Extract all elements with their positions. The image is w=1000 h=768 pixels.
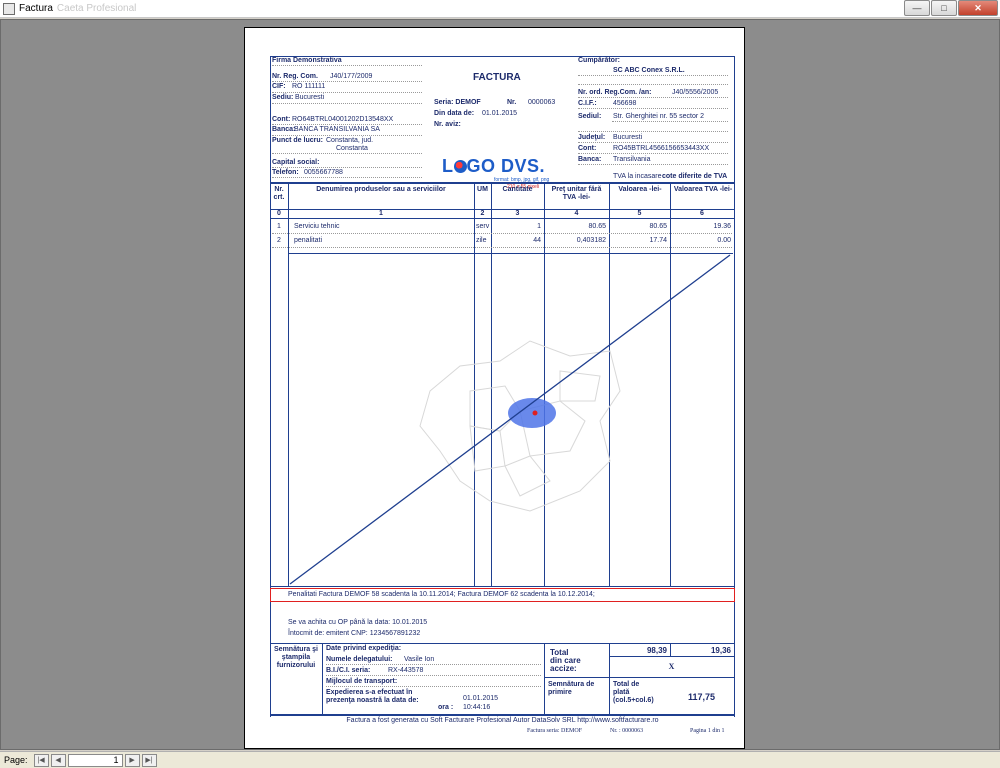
first-page-button[interactable]: |◀ — [33, 753, 49, 767]
total-tva: 19,36 — [710, 646, 731, 655]
expedition-title: Date privind expediţia: — [326, 645, 402, 652]
page-label: Page: — [4, 755, 28, 765]
delegate-name: Vasile Ion — [404, 656, 435, 663]
expedition-label-2: prezenţa noastră la data de: — [326, 697, 419, 704]
plata-value: 117,75 — [687, 692, 715, 702]
last-page-button[interactable]: ▶| — [141, 753, 157, 767]
next-page-button[interactable]: ▶ — [124, 753, 140, 767]
preview-area[interactable]: Firma Demonstrativa Nr. Reg. Com. J40/17… — [0, 19, 1000, 750]
app-icon — [3, 2, 15, 15]
prev-page-button[interactable]: ◀ — [50, 753, 66, 767]
generated-note: Factura a fost generata cu Soft Facturar… — [346, 717, 659, 724]
transport-label: Mijlocul de transport: — [326, 678, 398, 685]
signature-label-1: Semnătura de — [548, 681, 595, 688]
plata-label-2: plată — [613, 689, 630, 696]
maximize-button[interactable]: □ — [931, 0, 957, 16]
invoice-page: Firma Demonstrativa Nr. Reg. Com. J40/17… — [244, 27, 745, 749]
expedition-date: 01.01.2015 — [463, 695, 499, 702]
strike-line — [289, 254, 731, 585]
window-title: Factura Caeta Profesional — [19, 3, 137, 14]
page-navigation-bar: Page: |◀ ◀ 1 ▶ ▶| — [0, 751, 1000, 768]
accize-x-mark: X — [668, 662, 675, 671]
ora-label: ora : — [438, 704, 454, 711]
page-number-input[interactable]: 1 — [67, 753, 123, 767]
id-card-label: B.I./C.I. seria: — [326, 667, 371, 674]
footer-pagina: Pagina 1 din 1 — [690, 728, 725, 734]
footer-seria: Factura seria: DEMOF — [527, 728, 582, 734]
plata-label-1: Total de — [613, 681, 640, 688]
footer-nr: Nr. : 0000063 — [610, 728, 644, 734]
minimize-button[interactable]: — — [904, 0, 930, 16]
invoice-content: Firma Demonstrativa Nr. Reg. Com. J40/17… — [270, 56, 735, 734]
signature-label-2: primire — [548, 689, 572, 696]
ora-value: 10:44:16 — [463, 704, 491, 711]
supplier-stamp-label: Semnătura şi ştampila furnizorului — [274, 646, 318, 669]
expedition-label-1: Expedierea s-a efectuat în — [326, 689, 413, 696]
total-label-3: accize: — [550, 664, 577, 673]
title-bar: Factura Caeta Profesional — □ ✕ — [0, 0, 1000, 18]
plata-label-3: (col.5+col.6) — [613, 697, 654, 704]
delegate-label: Numele delegatului: — [326, 656, 393, 663]
issued-by: Întocmit de: emitent CNP: 1234567891232 — [288, 630, 421, 637]
id-card-value: RX-443578 — [388, 667, 424, 674]
penalty-note: Penalitati Factura DEMOF 58 scadenta la … — [288, 591, 595, 598]
payment-due: Se va achita cu OP până la data: 10.01.2… — [288, 619, 428, 626]
total-value: 98,39 — [646, 646, 667, 655]
close-button[interactable]: ✕ — [958, 0, 998, 16]
